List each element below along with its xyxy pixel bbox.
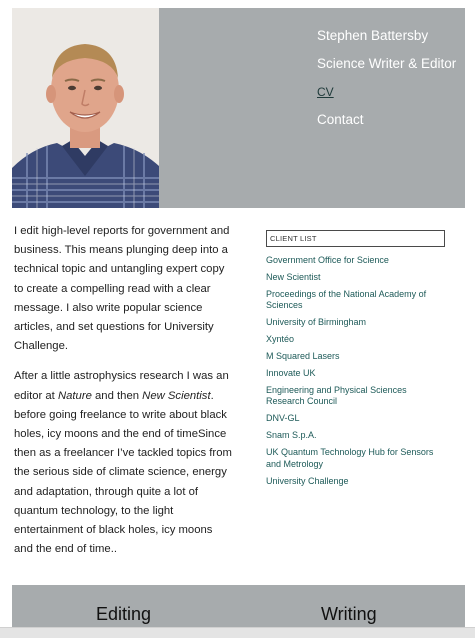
client-list-field[interactable]: [266, 230, 445, 247]
nature-mention: Nature: [57, 389, 92, 402]
client-item: New Scientist: [266, 272, 321, 282]
client-item: Xyntéo: [266, 334, 295, 345]
nav-link-name[interactable]: Stephen Battersby: [317, 22, 467, 50]
client-item: Innovate UK: [266, 368, 316, 379]
bio-text: I edit high-level reports for government…: [14, 222, 234, 570]
editing-link[interactable]: Editing: [96, 604, 151, 625]
client-item: Proceedings of the National Academy of S…: [266, 289, 427, 311]
nav-link-cv[interactable]: CV: [317, 78, 467, 106]
nav-link-contact[interactable]: Contact: [317, 106, 467, 134]
client-item: University of Birmingham: [266, 317, 367, 328]
header-band: Stephen Battersby Science Writer & Edito…: [12, 8, 465, 208]
client-item: Engineering and Physical Sciences Resear…: [266, 385, 407, 407]
services-band: Editing Writing: [12, 585, 465, 627]
profile-photo: [12, 8, 159, 208]
new-scientist-mention: New Scientist: [142, 389, 211, 402]
page: Stephen Battersby Science Writer & Edito…: [0, 0, 475, 638]
horizontal-scrollbar[interactable]: [0, 627, 475, 638]
main-nav: Stephen Battersby Science Writer & Edito…: [317, 22, 467, 134]
client-item: University Challenge: [266, 475, 349, 486]
client-item: Snam S.p.A.: [266, 430, 317, 441]
client-list: Government Office for Science New Scient…: [266, 255, 446, 487]
nav-link-title[interactable]: Science Writer & Editor: [317, 50, 467, 78]
client-list-section: Government Office for Science New Scient…: [266, 228, 446, 493]
client-item: UK Quantum Technology Hub for Sensors an…: [266, 447, 434, 469]
bio-paragraph-2: After a little astrophysics research I w…: [14, 370, 232, 556]
writing-link[interactable]: Writing: [321, 604, 377, 625]
client-item: DNV-GL: [266, 413, 300, 424]
bio-paragraph-1: I edit high-level reports for government…: [14, 225, 230, 353]
client-item: M Squared Lasers: [266, 351, 340, 362]
client-item: Government Office for Science: [266, 255, 389, 265]
